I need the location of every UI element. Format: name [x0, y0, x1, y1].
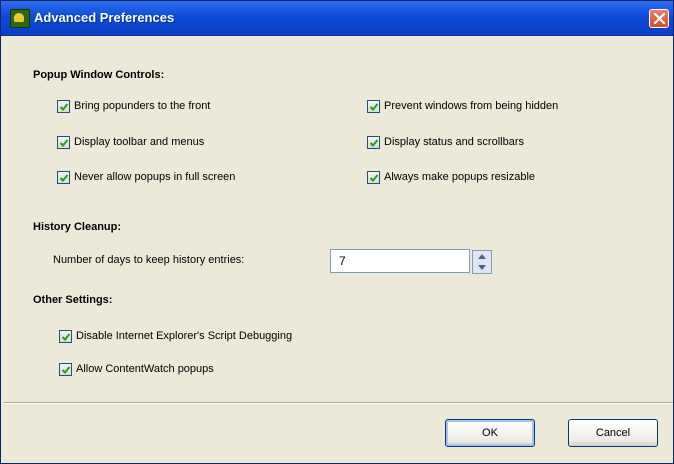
ok-button[interactable]: OK — [445, 419, 535, 447]
window-title: Advanced Preferences — [34, 10, 175, 25]
checkbox-box[interactable] — [59, 362, 72, 376]
checkbox-box[interactable] — [57, 170, 70, 184]
advanced-preferences-dialog: Advanced Preferences Popup Window Contro… — [0, 0, 674, 464]
history-days-spinner[interactable] — [472, 250, 492, 274]
checkbox-always-resizable[interactable]: Always make popups resizable — [367, 169, 535, 185]
spin-down-arrow-icon — [478, 265, 486, 270]
checkbox-prevent-hidden[interactable]: Prevent windows from being hidden — [367, 98, 558, 114]
cancel-button[interactable]: Cancel — [568, 419, 658, 447]
checkbox-disable-script-debugging[interactable]: Disable Internet Explorer's Script Debug… — [59, 328, 292, 344]
close-button[interactable] — [649, 9, 669, 28]
checkmark-icon — [369, 173, 379, 182]
popup-controls-heading: Popup Window Controls: — [33, 69, 165, 81]
checkmark-icon — [369, 102, 379, 111]
title-bar[interactable]: Advanced Preferences — [1, 1, 673, 36]
checkmark-icon — [61, 365, 71, 374]
spin-up-button[interactable] — [473, 251, 491, 262]
checkbox-bring-popunders[interactable]: Bring popunders to the front — [57, 98, 210, 114]
footer-separator — [3, 402, 673, 404]
spin-up-arrow-icon — [478, 254, 486, 259]
history-days-label: Number of days to keep history entries: — [53, 254, 245, 266]
other-settings-heading: Other Settings: — [33, 294, 113, 306]
checkbox-display-toolbar[interactable]: Display toolbar and menus — [57, 134, 204, 150]
checkmark-icon — [59, 138, 69, 147]
checkbox-never-allow-fullscreen[interactable]: Never allow popups in full screen — [57, 169, 235, 185]
checkbox-box[interactable] — [367, 170, 380, 184]
checkbox-label: Bring popunders to the front — [74, 100, 211, 112]
checkbox-box[interactable] — [57, 135, 70, 149]
checkbox-box[interactable] — [367, 135, 380, 149]
checkbox-box[interactable] — [59, 329, 72, 343]
checkbox-display-status[interactable]: Display status and scrollbars — [367, 134, 524, 150]
checkmark-icon — [59, 102, 69, 111]
checkbox-label: Display status and scrollbars — [384, 136, 525, 148]
history-cleanup-heading: History Cleanup: — [33, 221, 122, 233]
checkbox-label: Allow ContentWatch popups — [76, 363, 214, 375]
checkmark-icon — [59, 173, 69, 182]
history-days-input[interactable]: 7 — [330, 249, 470, 273]
checkbox-label: Never allow popups in full screen — [74, 171, 236, 183]
app-icon — [10, 9, 30, 28]
checkbox-label: Display toolbar and menus — [74, 136, 205, 148]
close-icon — [654, 13, 665, 24]
checkmark-icon — [61, 332, 71, 341]
spin-down-button[interactable] — [473, 262, 491, 273]
checkmark-icon — [369, 138, 379, 147]
checkbox-label: Disable Internet Explorer's Script Debug… — [76, 330, 293, 342]
checkbox-allow-contentwatch[interactable]: Allow ContentWatch popups — [59, 361, 214, 377]
checkbox-label: Prevent windows from being hidden — [384, 100, 559, 112]
checkbox-label: Always make popups resizable — [384, 171, 536, 183]
checkbox-box[interactable] — [367, 99, 380, 113]
checkbox-box[interactable] — [57, 99, 70, 113]
